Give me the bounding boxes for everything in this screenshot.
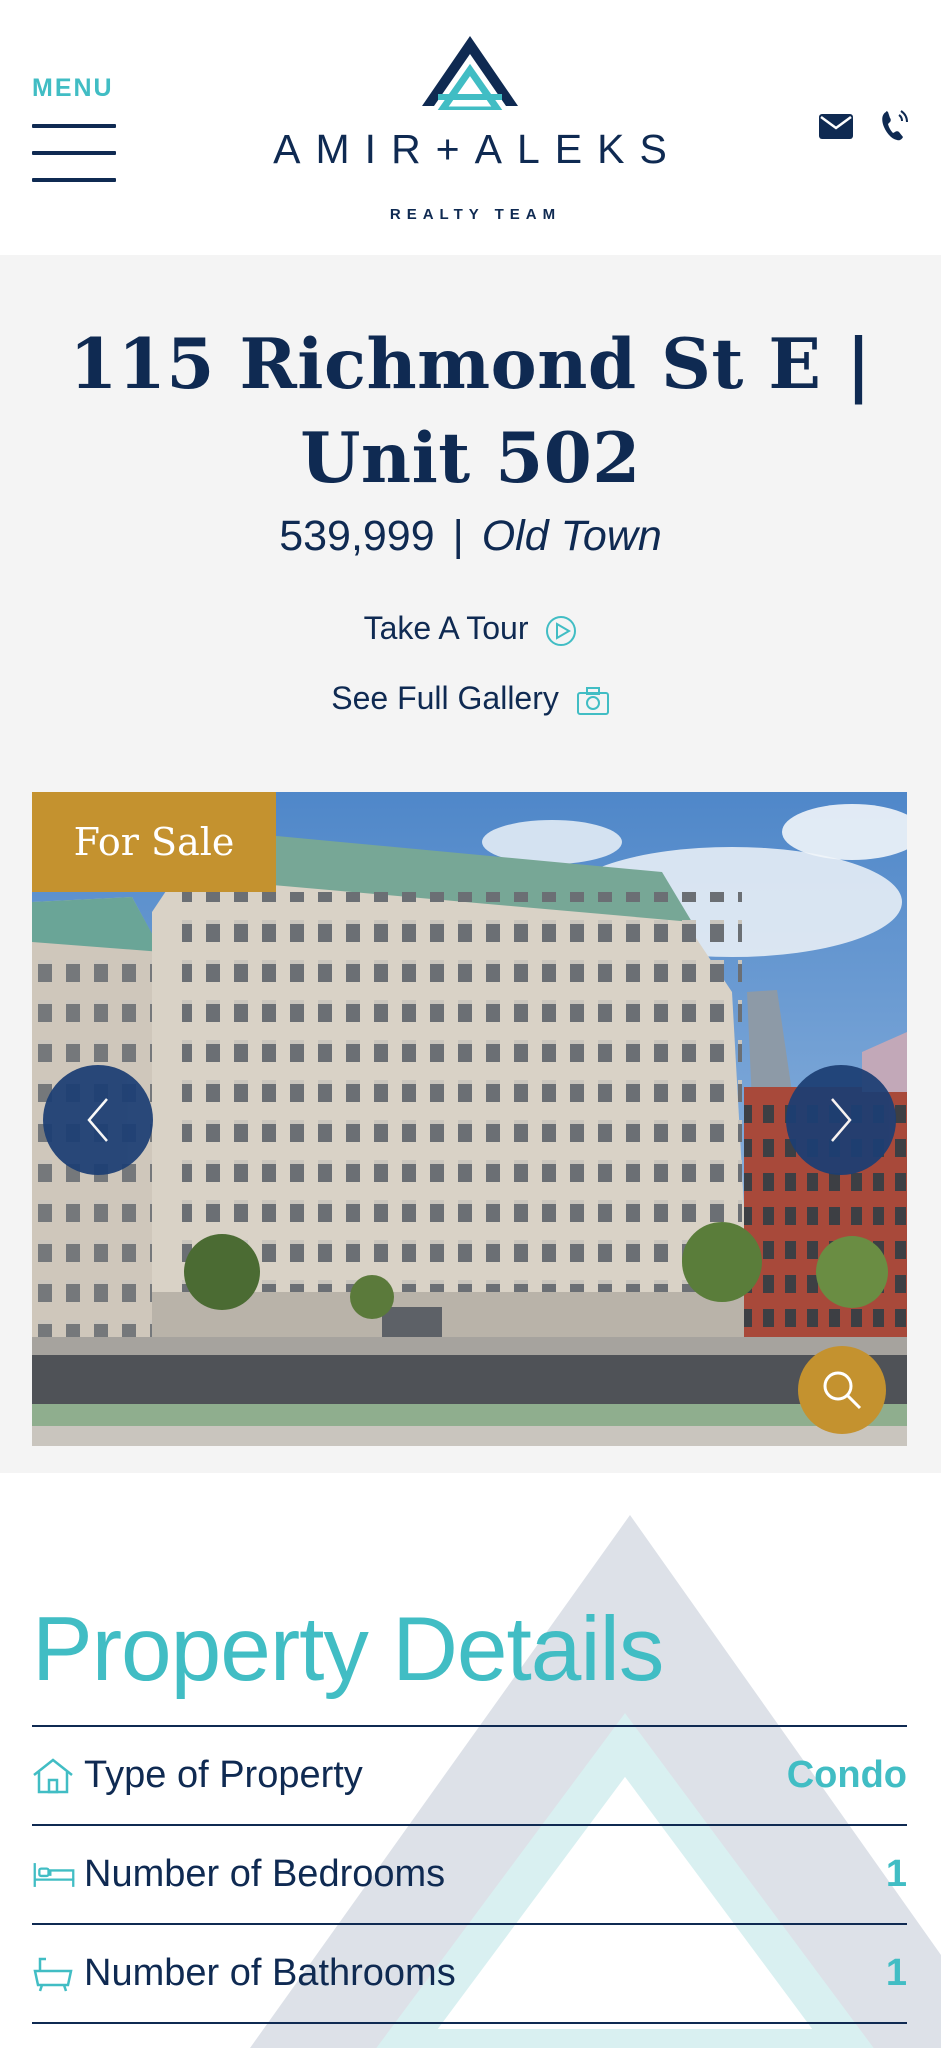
camera-icon[interactable]	[576, 686, 610, 716]
prev-photo-button[interactable]	[43, 1065, 153, 1175]
listing-price: 539,999	[279, 512, 435, 560]
detail-divider	[32, 2022, 907, 2024]
detail-value: 1	[885, 1952, 907, 1994]
property-details-heading: Property Details	[32, 1599, 664, 1700]
menu-label[interactable]: MENU	[32, 74, 114, 103]
detail-value: Condo	[786, 1754, 907, 1796]
detail-label: Type of Property	[84, 1754, 363, 1796]
brand-subtitle: REALTY TEAM	[389, 206, 562, 223]
price-line: 539,999 | Old Town	[0, 512, 941, 561]
detail-row-bathrooms: Number of Bathrooms 1	[32, 1923, 907, 2022]
neighbourhood: Old Town	[481, 512, 662, 560]
for-sale-badge: For Sale	[32, 792, 276, 892]
brand-name[interactable]: AMIR+ALEKS	[0, 126, 941, 173]
listing-title: 115 Richmond St E | Unit 502	[69, 324, 872, 499]
detail-label: Number of Bathrooms	[84, 1952, 456, 1994]
zoom-photo-button[interactable]	[798, 1346, 886, 1434]
take-tour-link[interactable]: Take A Tour	[0, 610, 941, 647]
detail-row-bedrooms: Number of Bedrooms 1	[32, 1824, 907, 1923]
house-icon	[32, 1756, 76, 1796]
see-gallery-link[interactable]: See Full Gallery	[0, 680, 941, 717]
chevron-left-icon	[87, 1098, 108, 1142]
chevron-right-icon	[831, 1098, 852, 1142]
take-tour-label[interactable]: Take A Tour	[364, 610, 529, 646]
bathtub-icon	[32, 1954, 76, 1994]
mail-icon[interactable]	[819, 114, 853, 139]
phone-icon[interactable]	[880, 108, 910, 142]
search-icon	[823, 1371, 862, 1410]
play-circle-icon[interactable]	[545, 615, 577, 647]
site-header: MENU AMIR+ALEKS REALTY TEAM	[0, 0, 941, 255]
price-separator: |	[452, 512, 464, 560]
detail-row-type: Type of Property Condo	[32, 1725, 907, 1824]
bed-icon	[32, 1855, 76, 1895]
see-gallery-label[interactable]: See Full Gallery	[331, 680, 559, 716]
detail-label: Number of Bedrooms	[84, 1853, 446, 1895]
next-photo-button[interactable]	[786, 1065, 896, 1175]
logo-mark-icon[interactable]	[420, 34, 520, 110]
detail-value: 1	[885, 1853, 907, 1895]
